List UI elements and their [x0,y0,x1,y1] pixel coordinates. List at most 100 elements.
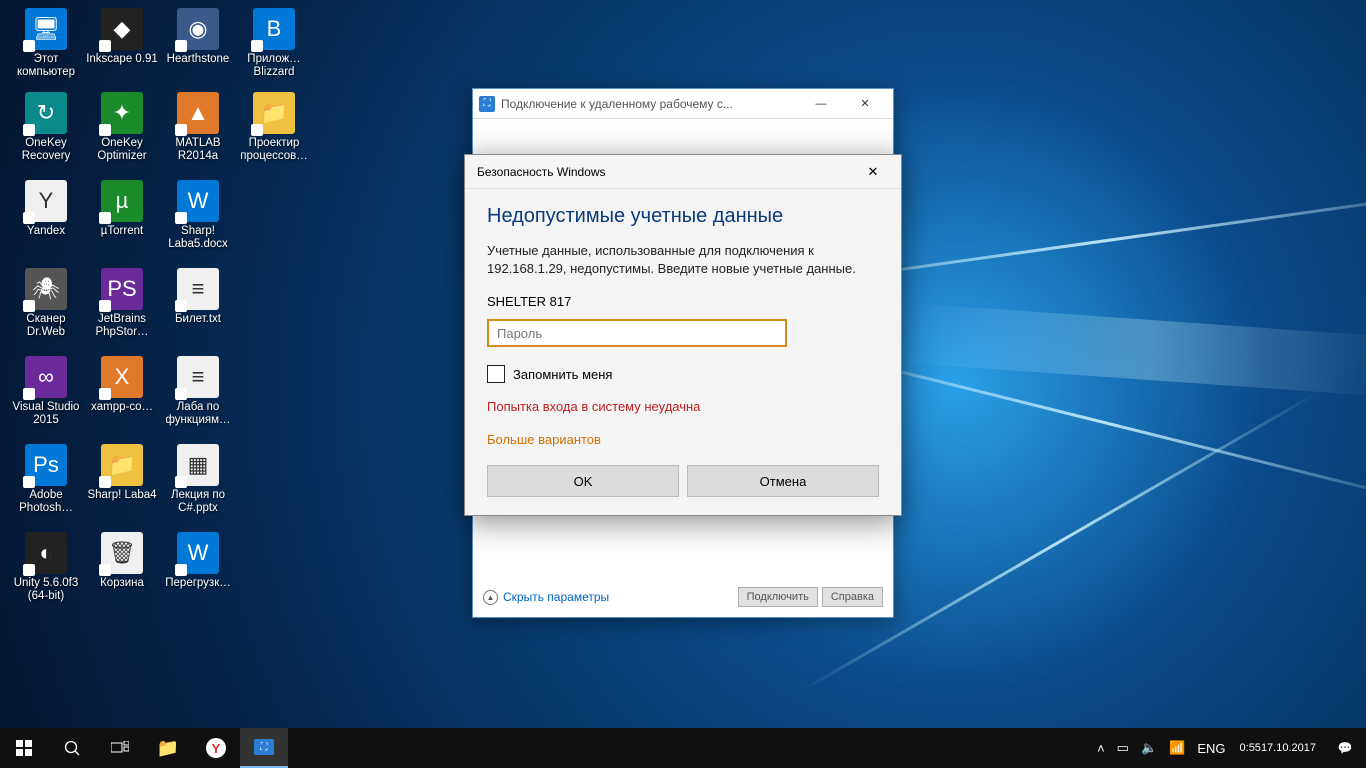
app-icon: ≡ [177,268,219,310]
desktop-icon[interactable]: ≡ Билет.txt [162,268,234,326]
cancel-button[interactable]: Отмена [687,465,879,497]
search-icon [64,740,81,757]
more-options-link[interactable]: Больше вариантов [487,432,879,447]
desktop-icon[interactable]: ◐Unity 5.6.0f3 (64-bit) [10,532,82,603]
app-icon: ◐ [25,532,67,574]
connect-button[interactable]: Подключить [738,587,818,607]
credential-dialog: Безопасность Windows ✕ Недопустимые учет… [464,154,902,516]
remember-label: Запомнить меня [513,367,612,382]
desktop-icon[interactable]: WSharp! Laba5.docx [162,180,234,251]
help-button[interactable]: Справка [822,587,883,607]
desktop-icon[interactable]: ↻OneKey Recovery [10,92,82,163]
tray-language[interactable]: ENG [1191,728,1231,768]
desktop-icon[interactable]: ≡Лаба по функциям… [162,356,234,427]
rdp-icon: ⛶ [254,739,274,755]
start-button[interactable] [0,728,48,768]
tray-volume[interactable]: 🔈 [1135,728,1163,768]
hide-params-link[interactable]: ▲ Скрыть параметры [483,590,609,605]
app-icon: µ [101,180,143,222]
desktop-icon[interactable]: 🕷 Сканер Dr.Web [10,268,82,339]
search-button[interactable] [48,728,96,768]
desktop-icon-label: xampp-co… [86,401,158,414]
app-icon: 🕷 [25,268,67,310]
app-icon: Y [25,180,67,222]
desktop-icon[interactable]: ▲MATLAB R2014a [162,92,234,163]
desktop-icon-label: Adobe Photosh… [10,489,82,515]
notification-icon: 💬 [1338,741,1353,755]
credential-window-title: Безопасность Windows [477,165,857,179]
desktop-icon[interactable]: µ µTorrent [86,180,158,238]
volume-icon: 🔈 [1141,740,1157,756]
close-icon[interactable]: ✕ [857,156,889,188]
desktop-icon[interactable]: ◉Hearthstone [162,8,234,66]
wifi-icon: 📶 [1169,740,1185,756]
desktop-icon-label: Билет.txt [162,313,234,326]
desktop-icon-label: Yandex [10,225,82,238]
credential-heading: Недопустимые учетные данные [487,205,879,228]
desktop-icon-label: JetBrains PhpStor… [86,313,158,339]
password-input[interactable] [487,319,787,347]
login-error-text: Попытка входа в систему неудачна [487,399,879,414]
desktop-icon[interactable]: 🗑Корзина [86,532,158,590]
desktop-icon[interactable]: Xxampp-co… [86,356,158,414]
close-button[interactable]: ✕ [843,89,887,119]
tray-battery[interactable]: ▭ [1111,728,1135,768]
taskbar-app-yandex[interactable]: Y [192,728,240,768]
desktop-icon[interactable]: ∞ Visual Studio 2015 [10,356,82,427]
desktop-icon-label: Проектир процессов… [238,137,310,163]
rdp-title-text: Подключение к удаленному рабочему с... [501,97,799,111]
rdp-icon: ⛶ [479,96,495,112]
desktop-icon-label: Hearthstone [162,53,234,66]
app-icon: W [177,532,219,574]
desktop-icon[interactable]: Y Yandex [10,180,82,238]
app-icon: ◆ [101,8,143,50]
desktop-icon[interactable]: 🖥Этот компьютер [10,8,82,79]
desktop-icon-label: µTorrent [86,225,158,238]
clock-date: 17.10.2017 [1261,742,1316,755]
task-view-button[interactable] [96,728,144,768]
desktop-icon-label: Visual Studio 2015 [10,401,82,427]
action-center-button[interactable]: 💬 [1324,728,1366,768]
app-icon: ↻ [25,92,67,134]
desktop-icon-label: Прилож… Blizzard [238,53,310,79]
language-label: ENG [1197,741,1225,756]
clock-time: 0:55 [1240,742,1261,755]
desktop-icon[interactable]: ✦ OneKey Optimizer [86,92,158,163]
folder-icon: 📁 [157,738,179,759]
desktop-icon[interactable]: PsAdobe Photosh… [10,444,82,515]
desktop-icon[interactable]: 📁 Проектир процессов… [238,92,310,163]
battery-icon: ▭ [1117,740,1129,756]
desktop-icon-label: Inkscape 0.91 [86,53,158,66]
app-icon: 📁 [253,92,295,134]
credential-username: SHELTER 817 [487,294,879,309]
chevron-up-icon: ˄ [1097,741,1105,756]
app-icon: ≡ [177,356,219,398]
desktop-icon-label: Сканер Dr.Web [10,313,82,339]
desktop-icon-label: Перегрузк… [162,577,234,590]
minimize-button[interactable]: — [799,89,843,119]
app-icon: 🗑 [101,532,143,574]
app-icon: ✦ [101,92,143,134]
app-icon: ∞ [25,356,67,398]
desktop-icon-label: Sharp! Laba5.docx [162,225,234,251]
desktop-icon-label: OneKey Optimizer [86,137,158,163]
tray-wifi[interactable]: 📶 [1163,728,1191,768]
tray-clock[interactable]: 0:55 17.10.2017 [1232,728,1324,768]
desktop-icon[interactable]: 📁Sharp! Laba4 [86,444,158,502]
app-icon: 🖥 [25,8,67,50]
desktop-icon[interactable]: ◆ Inkscape 0.91 [86,8,158,66]
taskbar-app-explorer[interactable]: 📁 [144,728,192,768]
tray-chevron[interactable]: ˄ [1091,728,1111,768]
taskbar: 📁 Y ⛶ ˄ ▭ 🔈 📶 ENG 0:55 17.10.2017 💬 [0,728,1366,768]
desktop-icon[interactable]: ▦Лекция по C#.pptx [162,444,234,515]
taskbar-app-rdp[interactable]: ⛶ [240,728,288,768]
ok-button[interactable]: OK [487,465,679,497]
yandex-icon: Y [206,738,226,758]
rdp-titlebar[interactable]: ⛶ Подключение к удаленному рабочему с...… [473,89,893,119]
desktop-icon[interactable]: W Перегрузк… [162,532,234,590]
remember-checkbox[interactable] [487,365,505,383]
credential-titlebar[interactable]: Безопасность Windows ✕ [465,155,901,189]
desktop-icon[interactable]: BПрилож… Blizzard [238,8,310,79]
desktop-icon-label: Sharp! Laba4 [86,489,158,502]
desktop-icon[interactable]: PSJetBrains PhpStor… [86,268,158,339]
